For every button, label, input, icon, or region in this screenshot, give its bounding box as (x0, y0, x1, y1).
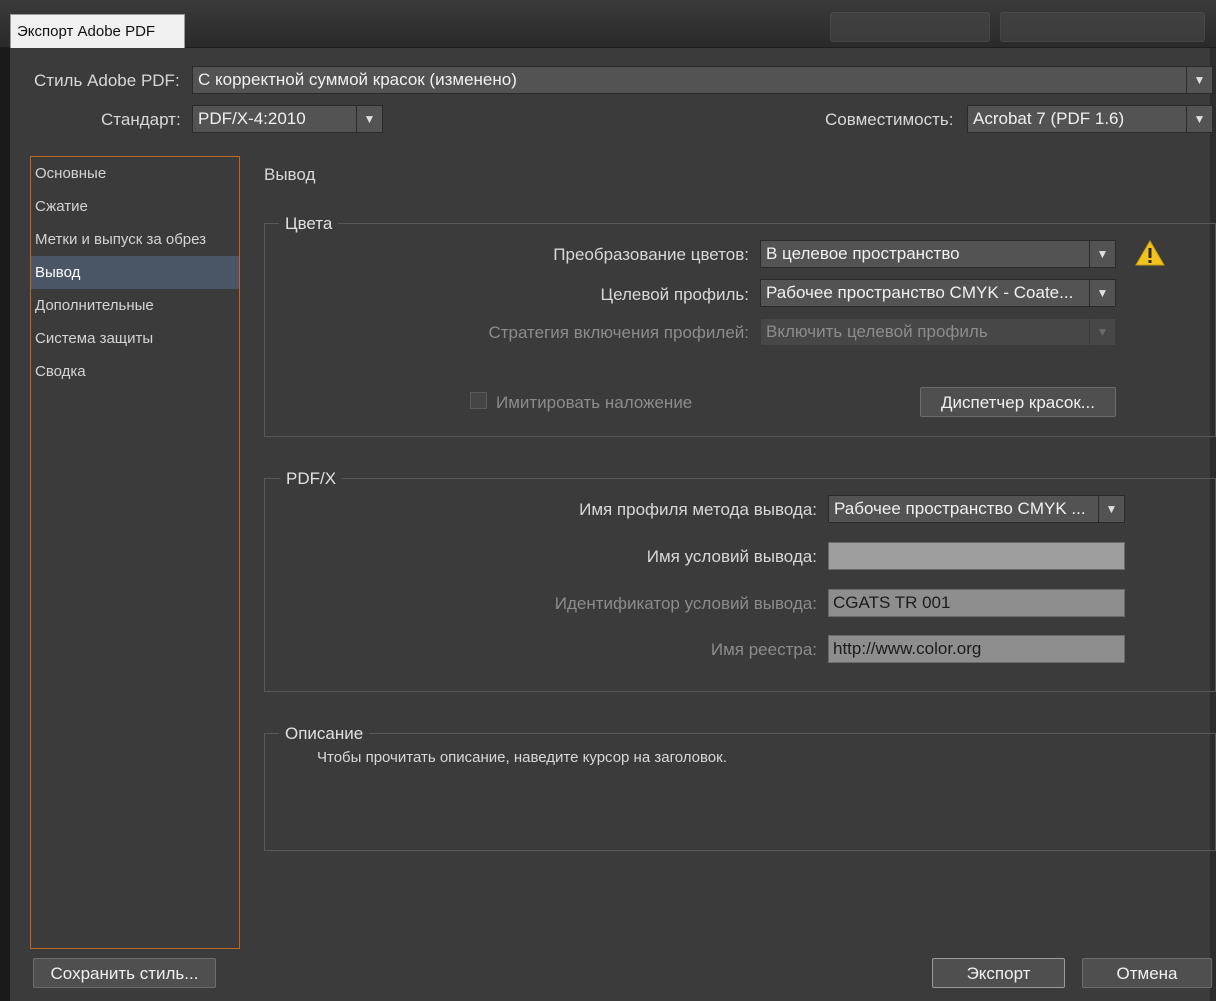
conversion-value: В целевое пространство (766, 244, 960, 263)
simulate-overprint-label: Имитировать наложение (496, 393, 693, 412)
background-window-edge (0, 0, 10, 1001)
registry-name-label: Имя реестра: (710, 640, 817, 659)
style-dropdown[interactable]: С корректной суммой красок (изменено) ▼ (192, 66, 1213, 94)
target-profile-dropdown[interactable]: Рабочее пространство CMYK - Coate... ▼ (760, 279, 1116, 307)
condition-id-label: Идентификатор условий вывода: (554, 594, 817, 613)
ink-manager-button[interactable]: Диспетчер красок... (920, 387, 1116, 417)
description-group-title: Описание (279, 724, 370, 744)
style-value: С корректной суммой красок (изменено) (198, 70, 517, 89)
chevron-down-icon: ▼ (356, 106, 382, 132)
description-text: Чтобы прочитать описание, наведите курсо… (317, 749, 727, 766)
output-profile-label: Имя профиля метода вывода: (579, 500, 817, 519)
background-app-button (1000, 12, 1205, 42)
profile-strategy-label: Стратегия включения профилей: (488, 323, 749, 342)
chevron-down-icon: ▼ (1089, 280, 1115, 306)
chevron-down-icon: ▼ (1098, 496, 1124, 522)
chevron-down-icon: ▼ (1089, 241, 1115, 267)
section-title: Вывод (264, 165, 316, 184)
sidebar-item-security[interactable]: Система защиты (31, 322, 239, 355)
registry-name-field: http://www.color.org (828, 635, 1125, 663)
standard-label: Стандарт: (101, 110, 181, 129)
standard-value: PDF/X-4:2010 (198, 109, 306, 128)
output-profile-dropdown[interactable]: Рабочее пространство CMYK ... ▼ (828, 495, 1125, 523)
warning-icon[interactable] (1135, 240, 1165, 266)
target-profile-value: Рабочее пространство CMYK - Coate... (766, 283, 1074, 302)
sidebar-item-marks-bleeds[interactable]: Метки и выпуск за обрез (31, 223, 239, 256)
condition-name-field[interactable] (828, 542, 1125, 570)
colors-group-title: Цвета (279, 214, 339, 234)
chevron-down-icon: ▼ (1089, 319, 1115, 345)
pdfx-group-title: PDF/X (280, 469, 343, 489)
sidebar-item-compression[interactable]: Сжатие (31, 190, 239, 223)
condition-id-field: CGATS TR 001 (828, 589, 1125, 617)
profile-strategy-dropdown: Включить целевой профиль ▼ (760, 318, 1116, 346)
window-title: Экспорт Adobe PDF (17, 23, 156, 40)
profile-strategy-value: Включить целевой профиль (766, 322, 988, 341)
condition-name-label: Имя условий вывода: (646, 547, 817, 566)
output-profile-value: Рабочее пространство CMYK ... (834, 499, 1086, 518)
window-title-tab: Экспорт Adobe PDF (10, 14, 185, 48)
simulate-overprint-checkbox[interactable] (470, 392, 487, 409)
export-button[interactable]: Экспорт (932, 958, 1065, 988)
target-profile-label: Целевой профиль: (600, 285, 749, 304)
conversion-label: Преобразование цветов: (553, 245, 749, 264)
sidebar-item-summary[interactable]: Сводка (31, 355, 239, 388)
background-app-button (830, 12, 990, 42)
chevron-down-icon: ▼ (1186, 67, 1212, 93)
cancel-button[interactable]: Отмена (1082, 958, 1212, 988)
standard-dropdown[interactable]: PDF/X-4:2010 ▼ (192, 105, 383, 133)
style-label: Стиль Adobe PDF: (34, 71, 180, 90)
compat-value: Acrobat 7 (PDF 1.6) (973, 109, 1125, 128)
sidebar-item-general[interactable]: Основные (31, 157, 239, 190)
compat-dropdown[interactable]: Acrobat 7 (PDF 1.6) ▼ (967, 105, 1213, 133)
title-bar[interactable]: Экспорт Adobe PDF (0, 0, 1216, 48)
category-sidebar: Основные Сжатие Метки и выпуск за обрез … (30, 156, 240, 949)
color-conversion-dropdown[interactable]: В целевое пространство ▼ (760, 240, 1116, 268)
chevron-down-icon: ▼ (1186, 106, 1212, 132)
sidebar-item-output[interactable]: Вывод (31, 256, 239, 289)
save-style-button[interactable]: Сохранить стиль... (33, 958, 216, 988)
compat-label: Совместимость: (825, 110, 954, 129)
sidebar-item-advanced[interactable]: Дополнительные (31, 289, 239, 322)
